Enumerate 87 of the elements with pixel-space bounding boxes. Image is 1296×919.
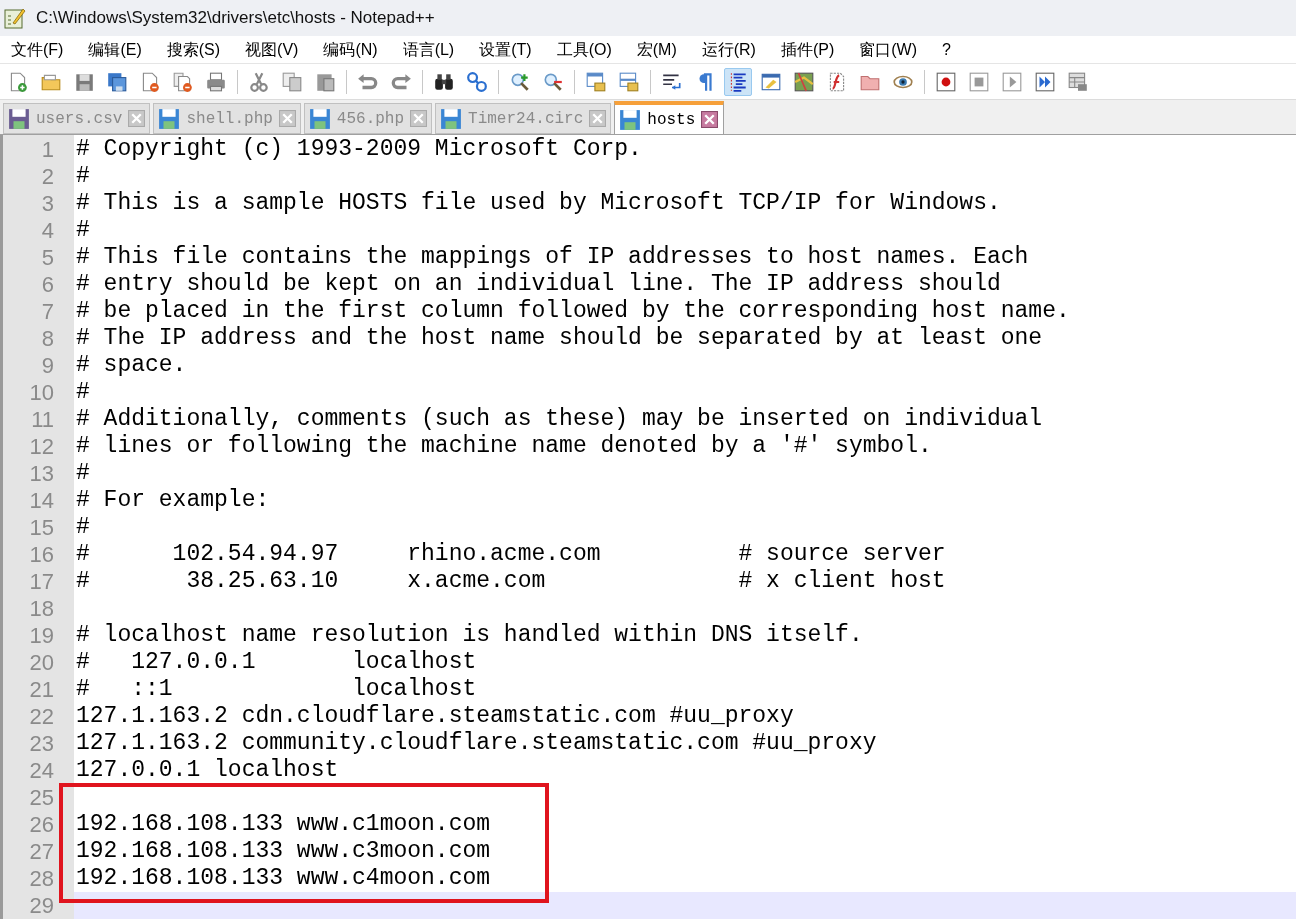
code-line: # localhost name resolution is handled within DNS itself. [76, 622, 863, 648]
line-number: 28 [29, 866, 54, 891]
record-icon [935, 70, 957, 93]
menu-item[interactable]: 宏(M) [636, 37, 677, 62]
code-line: 127.1.163.2 cdn.cloudflare.steamstatic.com #uu_proxy [76, 703, 794, 729]
code-line: # be placed in the first column followed by the corresponding host name. [76, 298, 1070, 324]
line-number: 10 [29, 380, 54, 405]
code-line: 127.1.163.2 community.cloudflare.steamstatic.com #uu_proxy [76, 730, 877, 756]
copy-icon [281, 70, 303, 93]
menu-item[interactable]: 搜索(S) [166, 37, 221, 62]
file-tab[interactable]: hosts [614, 101, 725, 134]
code-line: 192.168.108.133 www.c4moon.com [76, 865, 491, 891]
menu-item[interactable]: 窗口(W) [859, 37, 918, 62]
line-number: 29 [29, 893, 54, 918]
line-number: 4 [41, 218, 54, 243]
code-line: # This is a sample HOSTS file used by Microsoft TCP/IP for Windows. [76, 190, 1001, 216]
code-line: # entry should be kept on an individual line. The IP address should [76, 271, 1001, 297]
window-lock-icon [585, 70, 607, 93]
scissors-icon [248, 70, 270, 93]
line-number: 24 [29, 758, 54, 783]
line-number: 8 [41, 326, 54, 351]
window-title: C:\Windows\System32\drivers\etc\hosts - Notepad++ [36, 7, 435, 30]
code-line: # [76, 514, 90, 540]
code-line: # space. [76, 352, 187, 378]
indent-guide-button[interactable] [724, 67, 752, 96]
line-number: 21 [29, 677, 54, 702]
line-number: 19 [29, 623, 54, 648]
line-number: 20 [29, 650, 54, 675]
window-lock-icon [618, 70, 640, 93]
map-icon [793, 70, 815, 93]
line-number: 2 [41, 164, 54, 189]
line-number: 13 [29, 461, 54, 486]
fast-forward-icon [1034, 70, 1056, 93]
line-number: 17 [29, 569, 54, 594]
code-line: # 102.54.94.97 rhino.acme.com # source server [76, 541, 946, 567]
menu-item[interactable]: 设置(T) [479, 37, 532, 62]
code-line: # ::1 localhost [76, 676, 477, 702]
line-number: 11 [31, 407, 54, 432]
code-line: 192.168.108.133 www.c3moon.com [76, 838, 491, 864]
line-number: 6 [41, 272, 54, 297]
menu-item[interactable]: ? [942, 37, 951, 62]
menu-item[interactable]: 编码(N) [323, 37, 378, 62]
code-line: # The IP address and the host name should be separated by at least one [76, 325, 1043, 351]
code-line: # Copyright (c) 1993-2009 Microsoft Corp. [76, 136, 642, 162]
printer-icon [205, 70, 227, 93]
line-number: 3 [41, 191, 54, 216]
stop-icon [968, 70, 990, 93]
play-icon [1001, 70, 1023, 93]
line-number: 22 [29, 704, 54, 729]
code-line: # For example: [76, 487, 270, 513]
menu-item[interactable]: 工具(O) [556, 37, 612, 62]
menu-item[interactable]: 文件(F) [11, 37, 64, 62]
find-replace-icon [466, 70, 488, 93]
code-line: 127.0.0.1 localhost [76, 757, 339, 783]
macro-list-icon [1067, 70, 1089, 93]
save-all-icon [106, 70, 128, 93]
line-number: 25 [29, 785, 54, 810]
menu-item[interactable]: 编辑(E) [88, 37, 142, 62]
code-line: 192.168.108.133 www.c1moon.com [76, 811, 491, 837]
line-number: 26 [29, 812, 54, 837]
code-line: # [76, 460, 90, 486]
code-line: # [76, 163, 90, 189]
code-line: # 127.0.0.1 localhost [76, 649, 477, 675]
line-number: 1 [41, 137, 54, 162]
line-number: 16 [29, 542, 54, 567]
menu-item[interactable]: 视图(V) [245, 37, 299, 62]
line-number: 15 [29, 515, 54, 540]
notepad-icon [4, 7, 26, 29]
line-number: 18 [29, 596, 54, 621]
code-line: # This file contains the mappings of IP addresses to host names. Each [76, 244, 1029, 270]
code-line: # lines or following the machine name denoted by a '#' symbol. [76, 433, 932, 459]
code-line: # [76, 217, 90, 243]
menu-item[interactable]: 语言(L) [402, 37, 455, 62]
close-tab-icon[interactable] [701, 111, 719, 128]
line-number: 7 [41, 299, 54, 324]
line-number: 14 [29, 488, 54, 513]
close-all-icon [172, 70, 194, 93]
line-number: 12 [29, 434, 54, 459]
line-number: 27 [29, 839, 54, 864]
line-number: 23 [29, 731, 54, 756]
line-number: 5 [41, 245, 54, 270]
code-line: # 38.25.63.10 x.acme.com # x client host [76, 568, 946, 594]
code-line: # [76, 379, 90, 405]
code-line: # Additionally, comments (such as these) may be inserted on individual [76, 406, 1043, 432]
menu-item[interactable]: 插件(P) [780, 37, 835, 62]
menu-item[interactable]: 运行(R) [701, 37, 756, 62]
line-number: 9 [41, 353, 54, 378]
